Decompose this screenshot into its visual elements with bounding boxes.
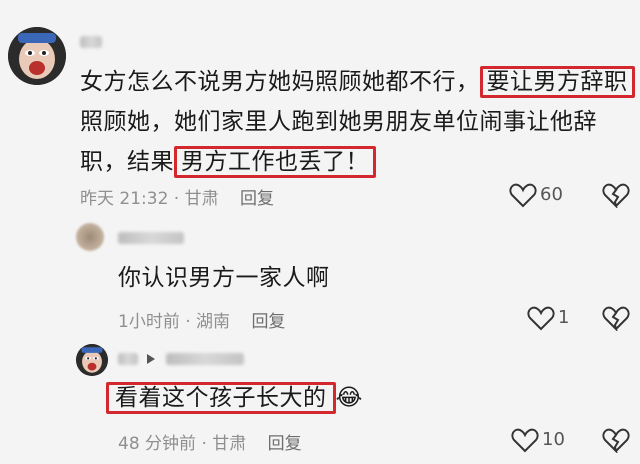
comment-meta: 1小时前 · 湖南 回复 [118, 307, 285, 332]
comment-text-line: 职，结果 [80, 149, 174, 175]
highlight-box: 男方工作也丢了！ [174, 146, 376, 178]
reply-button[interactable]: 回复 [240, 189, 274, 209]
comment-time-location: 1小时前 · 湖南 [118, 312, 231, 332]
comment-text: 看着这个孩子长大的 😂 [106, 378, 363, 418]
play-icon [146, 353, 156, 365]
broken-heart-icon[interactable] [602, 182, 630, 208]
heart-icon[interactable] [509, 182, 537, 208]
highlight-box: 看着这个孩子长大的 [106, 382, 336, 414]
comment-text: 你认识男方一家人啊 [118, 265, 330, 291]
comment-meta: 48 分钟前 · 甘肃 回复 [118, 429, 302, 454]
reply-button[interactable]: 回复 [251, 312, 285, 332]
username-blurred[interactable] [166, 353, 244, 365]
username-blurred[interactable] [118, 232, 184, 244]
heart-icon[interactable] [527, 305, 555, 331]
comment-time-location: 昨天 21:32 · 甘肃 [80, 189, 219, 209]
comment-text-line: 照顾她，她们家里人跑到她男朋友单位闹事让他辞 [80, 109, 597, 135]
like-count: 60 [540, 184, 563, 205]
highlight-box: 要让男方辞职 [479, 66, 635, 98]
like-count: 10 [542, 429, 565, 450]
comment-time-location: 48 分钟前 · 甘肃 [118, 434, 247, 454]
heart-icon[interactable] [511, 427, 539, 453]
like-count: 1 [558, 307, 570, 328]
comment-text: 女方怎么不说男方她妈照顾她都不行， 要让男方辞职 [80, 62, 640, 102]
username-blurred[interactable] [80, 36, 102, 48]
username-blurred[interactable] [118, 353, 138, 365]
avatar[interactable] [76, 223, 104, 251]
avatar[interactable] [8, 27, 66, 85]
avatar[interactable] [76, 344, 108, 376]
comment-text-line: 女方怎么不说男方她妈照顾她都不行， [80, 69, 480, 95]
emoji: 😂 [335, 385, 363, 411]
reply-button[interactable]: 回复 [268, 434, 302, 454]
comment-meta: 昨天 21:32 · 甘肃 回复 [80, 184, 274, 209]
broken-heart-icon[interactable] [602, 427, 630, 453]
comment-text: 职，结果 男方工作也丢了！ [80, 142, 376, 182]
broken-heart-icon[interactable] [602, 305, 630, 331]
